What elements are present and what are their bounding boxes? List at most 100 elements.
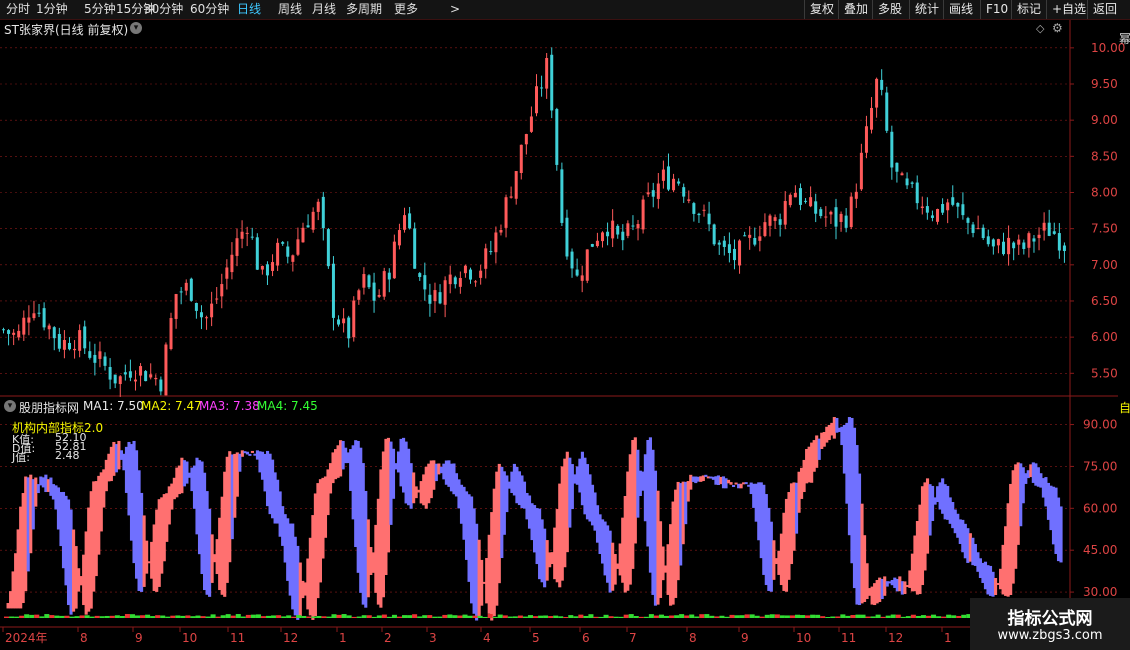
- candle-body: [32, 313, 36, 319]
- candle-body: [372, 282, 376, 301]
- candle-body: [321, 196, 325, 229]
- candle-body: [154, 377, 158, 380]
- chevron-down-icon[interactable]: ▾: [4, 400, 16, 412]
- volume-mini-bar: [180, 615, 186, 618]
- volume-mini-bar: [205, 616, 211, 618]
- watermark-title: 指标公式网: [1007, 609, 1093, 629]
- volume-mini-bar: [502, 615, 508, 618]
- volume-mini-bar: [583, 615, 589, 618]
- volume-mini-bar: [245, 614, 251, 618]
- volume-mini-bar: [522, 616, 528, 618]
- volume-mini-bar: [779, 615, 785, 618]
- volume-mini-bar: [341, 614, 347, 618]
- time-tick-label: 10: [182, 631, 197, 645]
- candle-body: [996, 239, 1000, 246]
- candle-body: [783, 201, 787, 225]
- candle-body: [951, 197, 955, 205]
- candle-body: [824, 216, 828, 218]
- j-value: 2.48: [55, 449, 80, 462]
- time-tick-label: 12: [283, 631, 298, 645]
- volume-mini-bar: [104, 615, 110, 618]
- indicator-name[interactable]: 股朋指标网: [19, 399, 79, 416]
- volume-mini-bar: [598, 616, 604, 618]
- candle-body: [2, 329, 5, 331]
- candle-body: [265, 264, 269, 276]
- volume-mini-bar: [689, 614, 695, 618]
- volume-mini-bar: [407, 615, 413, 618]
- volume-mini-bar: [190, 616, 196, 618]
- candle-body: [798, 188, 802, 205]
- candle-body: [179, 291, 183, 293]
- candle-body: [37, 312, 41, 314]
- candle-body: [1062, 245, 1066, 252]
- candle-body: [961, 204, 965, 216]
- volume-mini-bar: [34, 614, 40, 618]
- chevron-down-icon[interactable]: ▾: [130, 22, 142, 34]
- indicator-tick-label: 60.00: [1083, 501, 1117, 515]
- candle-body: [895, 162, 899, 172]
- kd-ribbon-segment: [1021, 467, 1025, 504]
- candle-body: [1057, 233, 1061, 251]
- candle-body: [296, 239, 300, 255]
- candle-body: [946, 202, 950, 211]
- volume-mini-bar: [265, 615, 272, 618]
- volume-mini-bar: [49, 615, 55, 618]
- price-tick-label: 7.00: [1091, 258, 1118, 272]
- volume-mini-bar: [951, 615, 957, 618]
- candle-body: [778, 219, 782, 225]
- candle-body: [880, 79, 884, 90]
- volume-mini-bar: [850, 615, 856, 618]
- candle-body: [260, 265, 264, 270]
- candle-body: [712, 224, 716, 245]
- gear-icon[interactable]: ⚙: [1052, 21, 1063, 35]
- candle-body: [1052, 231, 1056, 234]
- indicator-tick-label: 30.00: [1083, 585, 1117, 599]
- candle-body: [108, 367, 112, 380]
- volume-mini-bar: [170, 615, 176, 618]
- candle-body: [88, 351, 92, 358]
- candle-body: [524, 134, 528, 145]
- volume-mini-bar: [54, 615, 60, 618]
- candle-body: [352, 300, 356, 338]
- volume-mini-bar: [260, 616, 266, 618]
- candle-body: [22, 317, 26, 335]
- candle-body: [458, 277, 462, 287]
- volume-mini-bar: [759, 616, 765, 618]
- candle-body: [910, 182, 914, 184]
- volume-mini-bar: [44, 614, 50, 618]
- volume-mini-bar: [925, 615, 932, 618]
- candle-body: [331, 263, 335, 318]
- candle-body: [184, 282, 188, 291]
- candle-body: [672, 178, 676, 191]
- volume-mini-bar: [860, 614, 866, 618]
- volume-mini-bar: [160, 615, 166, 618]
- candle-body: [382, 271, 386, 297]
- price-tick-label: 8.50: [1091, 149, 1118, 163]
- diamond-icon[interactable]: ◇: [1036, 22, 1044, 35]
- candle-body: [758, 236, 762, 241]
- candle-body: [682, 187, 686, 197]
- candle-body: [773, 217, 777, 221]
- volume-mini-bar: [663, 615, 670, 618]
- kd-ribbon-segment: [250, 450, 254, 453]
- volume-mini-bar: [165, 616, 171, 618]
- candle-body: [362, 274, 366, 288]
- candle-body: [149, 374, 153, 378]
- volume-mini-bar: [326, 616, 332, 618]
- candle-body: [93, 354, 97, 363]
- candle-body: [529, 116, 533, 132]
- volume-mini-bar: [185, 615, 191, 618]
- volume-mini-bar: [497, 614, 503, 618]
- candle-body: [276, 242, 280, 266]
- j-label: J值:: [12, 451, 30, 464]
- candle-body: [311, 211, 315, 230]
- candle-body: [646, 192, 650, 195]
- candle-body: [403, 215, 407, 230]
- candle-body: [418, 273, 422, 277]
- side-panel-text-2: 自: [1119, 401, 1130, 415]
- candle-body: [956, 202, 960, 207]
- volume-mini-bar: [870, 616, 876, 618]
- time-tick-label: 11: [230, 631, 245, 645]
- volume-mini-bar: [744, 614, 750, 618]
- candle-body: [580, 275, 584, 281]
